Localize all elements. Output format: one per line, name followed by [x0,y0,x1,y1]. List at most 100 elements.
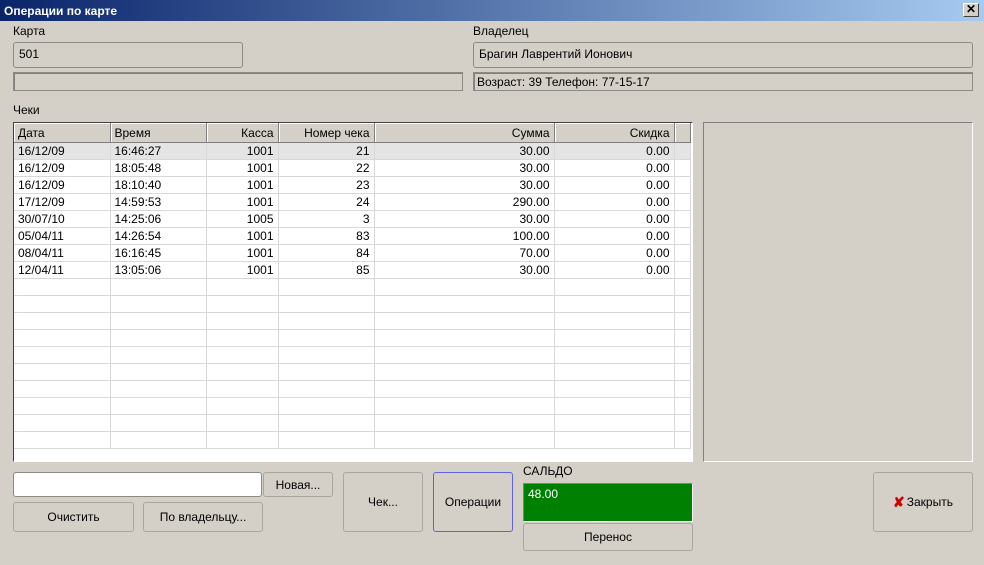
table-cell: 16:46:27 [110,142,207,160]
column-header[interactable]: Касса [206,123,279,143]
table-cell [110,431,207,449]
table-row[interactable]: 17/12/09 14:59:53 1001 24 290.00 0.00 [14,193,691,211]
table-cell: 0.00 [554,176,675,194]
table-cell: 30.00 [374,176,555,194]
table-cell: 30/07/10 [14,210,111,228]
table-row[interactable]: 16/12/09 16:46:27 1001 21 30.00 0.00 [14,142,691,160]
table-row[interactable]: 08/04/11 16:16:45 1001 84 70.00 0.00 [14,244,691,262]
table-cell [14,414,111,432]
search-input[interactable] [13,472,262,497]
table-cell: 85 [278,261,375,279]
table-cell [206,329,279,347]
table-cell [674,210,691,228]
table-row[interactable]: 12/04/11 13:05:06 1001 85 30.00 0.00 [14,261,691,279]
table-cell [674,346,691,364]
table-cell [278,363,375,381]
operations-button[interactable]: Операции [433,472,513,532]
table-cell [554,380,675,398]
table-cell: 1001 [206,193,279,211]
table-cell: 17/12/09 [14,193,111,211]
column-header[interactable]: Сумма [374,123,555,143]
column-header[interactable]: Номер чека [278,123,375,143]
close-icon[interactable]: ✕ [963,3,979,17]
table-cell [110,312,207,330]
table-row[interactable] [14,431,691,449]
table-cell [674,278,691,296]
table-cell [674,363,691,381]
table-cell: 18:05:48 [110,159,207,177]
table-cell: 16/12/09 [14,142,111,160]
table-cell: 0.00 [554,159,675,177]
table-row[interactable] [14,278,691,296]
new-button[interactable]: Новая... [263,472,333,497]
table-cell [278,312,375,330]
column-header[interactable]: Время [110,123,207,143]
table-cell [554,363,675,381]
table-row[interactable] [14,346,691,364]
table-cell [674,295,691,313]
table-row[interactable]: 16/12/09 18:10:40 1001 23 30.00 0.00 [14,176,691,194]
table-row[interactable] [14,363,691,381]
column-header[interactable]: Дата [14,123,111,143]
table-cell: 1001 [206,159,279,177]
table-cell: 13:05:06 [110,261,207,279]
clear-button[interactable]: Очистить [13,502,134,532]
table-row[interactable] [14,312,691,330]
table-cell: 70.00 [374,244,555,262]
red-x-icon: ✘ [893,493,905,510]
table-cell [674,312,691,330]
close-button-label: Закрыть [906,495,953,509]
column-header[interactable]: Скидка [554,123,675,143]
table-cell [278,397,375,415]
table-cell [554,278,675,296]
table-cell [374,414,555,432]
table-cell [674,397,691,415]
table-row[interactable] [14,295,691,313]
table-cell: 1001 [206,261,279,279]
table-row[interactable] [14,414,691,432]
table-cell: 30.00 [374,159,555,177]
table-cell: 12/04/11 [14,261,111,279]
table-cell [554,346,675,364]
table-cell: 30.00 [374,210,555,228]
by-owner-button[interactable]: По владельцу... [143,502,263,532]
table-row[interactable]: 05/04/11 14:26:54 1001 83 100.00 0.00 [14,227,691,245]
table-cell: 22 [278,159,375,177]
table-cell: 83 [278,227,375,245]
table-row[interactable] [14,397,691,415]
close-button[interactable]: ✘ Закрыть [873,472,973,532]
table-row[interactable] [14,380,691,398]
table-cell [674,176,691,194]
table-cell: 16/12/09 [14,159,111,177]
table-cell [110,380,207,398]
table-cell [14,329,111,347]
table-cell [110,295,207,313]
table-cell: 1001 [206,227,279,245]
receipts-table[interactable]: Дата Время Касса Номер чека Сумма Скидка 16/1… [13,122,693,462]
table-cell [374,278,555,296]
table-cell [278,431,375,449]
table-cell [206,278,279,296]
table-row[interactable] [14,329,691,347]
owner-label: Владелец [473,24,529,38]
receipt-button[interactable]: Чек... [343,472,423,532]
table-cell: 0.00 [554,142,675,160]
table-cell [206,295,279,313]
table-cell: 14:25:06 [110,210,207,228]
saldo-label: САЛЬДО [523,464,573,478]
table-cell [278,329,375,347]
table-cell: 1001 [206,244,279,262]
table-cell [278,414,375,432]
saldo-value: 48.00 [523,483,693,522]
table-cell: 3 [278,210,375,228]
table-cell [278,346,375,364]
table-cell [206,312,279,330]
table-cell [554,414,675,432]
table-cell: 1005 [206,210,279,228]
table-cell [554,312,675,330]
table-row[interactable]: 30/07/10 14:25:06 1005 3 30.00 0.00 [14,210,691,228]
table-row[interactable]: 16/12/09 18:05:48 1001 22 30.00 0.00 [14,159,691,177]
transfer-button[interactable]: Перенос [523,523,693,551]
table-cell: 1001 [206,142,279,160]
table-cell: 14:26:54 [110,227,207,245]
